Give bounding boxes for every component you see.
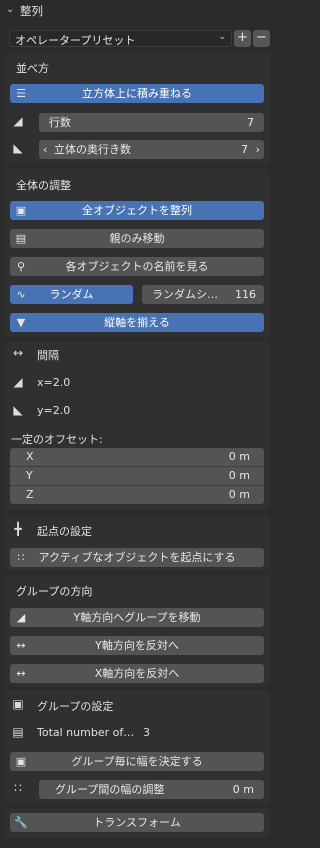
- width-per-group-button[interactable]: ▣ グループ毎に幅を決定する: [10, 752, 264, 771]
- spacing-title: 間隔: [37, 349, 59, 362]
- group-settings-title: グループの設定: [37, 700, 114, 713]
- gap-icon: ∷: [14, 781, 22, 795]
- transform-button[interactable]: 🔧 トランスフォーム: [10, 813, 264, 832]
- offset-z-field[interactable]: Z 0 m: [10, 486, 264, 504]
- operator-preset-label: オペレータープリセット: [15, 34, 136, 47]
- arrows-horizontal-icon: ↔: [12, 346, 24, 360]
- box-icon: ▣: [12, 697, 24, 711]
- overall-panel: 全体の調整: [5, 169, 270, 337]
- panel-header[interactable]: ⌄ 整列: [0, 0, 278, 20]
- group-gap-field[interactable]: グループ間の幅の調整 0 m: [39, 780, 264, 799]
- stack-cube-button[interactable]: ☰ 立方体上に積み重ねる: [10, 84, 264, 103]
- axis-x-icon: ◢: [13, 375, 23, 389]
- show-names-button[interactable]: ⚲ 各オブジェクトの名前を見る: [10, 257, 264, 276]
- origin-icon: ╋: [14, 522, 22, 536]
- origin-title: 起点の設定: [37, 525, 92, 538]
- search-icon: ⚲: [16, 260, 26, 273]
- spacing-x: x=2.0: [37, 376, 71, 389]
- active-origin-button[interactable]: ∷ アクティブなオブジェクトを起点にする: [10, 548, 264, 567]
- offset-y-field[interactable]: Y 0 m: [10, 467, 264, 485]
- panel-title: 整列: [20, 4, 43, 18]
- decrement-icon[interactable]: ‹: [43, 140, 47, 159]
- rows-field[interactable]: 行数 7: [39, 113, 264, 132]
- arrange-title: 並べ方: [16, 62, 49, 75]
- flip-y-button[interactable]: ↔ Y軸方向を反対へ: [10, 636, 264, 655]
- box-icon: ▣: [15, 204, 27, 217]
- align-all-button[interactable]: ▣ 全オブジェクトを整列: [10, 201, 264, 220]
- axis-y-icon: ◣: [13, 403, 23, 417]
- chevron-down-icon[interactable]: ⌄: [6, 4, 14, 15]
- frame-icon: ▣: [15, 755, 27, 768]
- total-number-value[interactable]: 3: [143, 726, 150, 739]
- add-preset-button[interactable]: +: [234, 30, 251, 47]
- offset-title: 一定のオフセット:: [11, 433, 103, 446]
- move-group-y-button[interactable]: ◢ Y軸方向へグループを移動: [10, 608, 264, 627]
- random-seed-field[interactable]: ランダムシ… 116: [142, 285, 264, 304]
- increment-icon[interactable]: ›: [256, 140, 260, 159]
- box-icon: ▤: [12, 725, 24, 739]
- chevron-down-icon: ⌄: [218, 32, 226, 42]
- parent-only-button[interactable]: ▤ 親のみ移動: [10, 229, 264, 248]
- random-toggle[interactable]: ∿ ランダム: [10, 285, 133, 304]
- overall-title: 全体の調整: [16, 179, 71, 192]
- total-number-label: Total number of…: [37, 726, 135, 739]
- remove-preset-button[interactable]: −: [253, 30, 270, 47]
- curve-icon: ∿: [16, 288, 26, 301]
- depth-icon: ◣: [13, 141, 23, 155]
- box-icon: ▤: [15, 232, 27, 245]
- arrows-horizontal-icon: ↔: [16, 639, 26, 652]
- arrows-horizontal-icon: ↔: [16, 667, 26, 680]
- stack-icon: ☰: [16, 87, 26, 100]
- align-vertical-button[interactable]: ▼ 縦軸を揃える: [10, 313, 264, 332]
- group-direction-title: グループの方向: [16, 585, 93, 598]
- rows-icon: ◢: [13, 114, 23, 128]
- origin-point-icon: ∷: [17, 551, 25, 564]
- operator-preset-dropdown[interactable]: オペレータープリセット ⌄: [9, 30, 232, 47]
- spacing-y: y=2.0: [37, 404, 71, 417]
- depth-field[interactable]: ‹ 立体の奥行き数 7 ›: [39, 140, 264, 159]
- wrench-icon: 🔧: [14, 816, 28, 829]
- flip-x-button[interactable]: ↔ X軸方向を反対へ: [10, 664, 264, 683]
- offset-x-field[interactable]: X 0 m: [10, 448, 264, 466]
- align-icon: ▼: [16, 316, 26, 329]
- axis-icon: ◢: [16, 611, 26, 624]
